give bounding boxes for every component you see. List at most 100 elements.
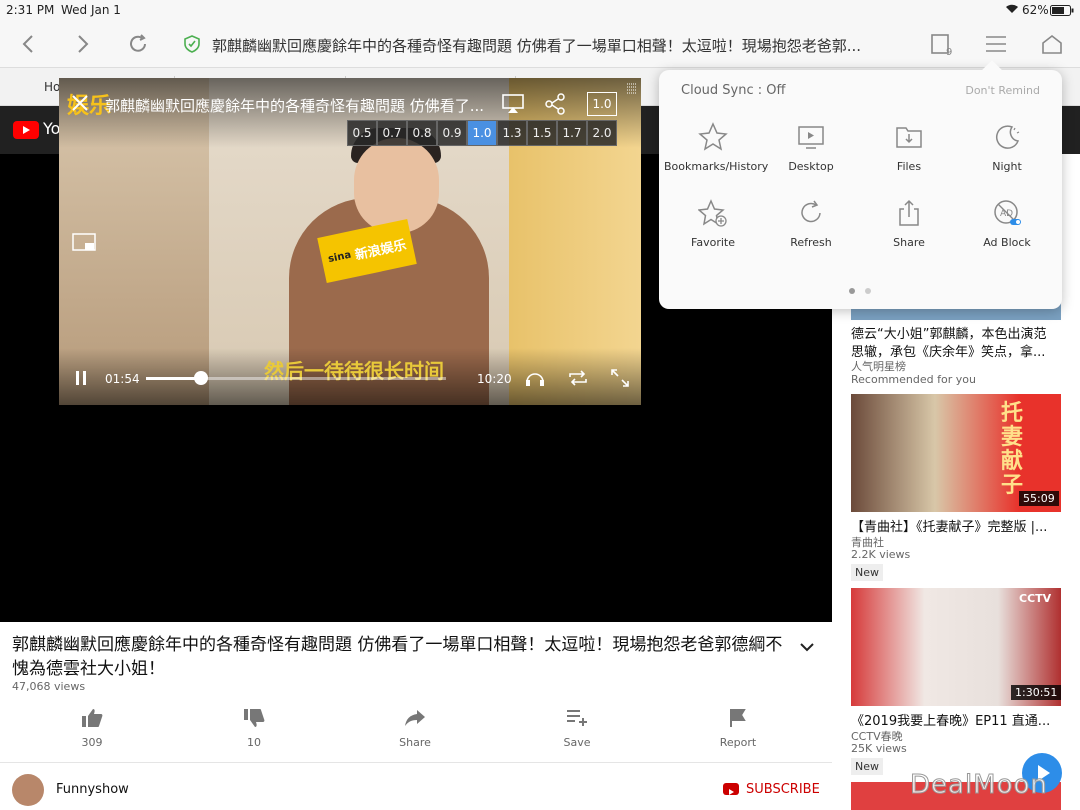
share-box-icon <box>899 199 919 226</box>
like-count: 309 <box>81 736 103 749</box>
player-title: 郭麒麟幽默回應慶餘年中的各種奇怪有趣問題 仿佛看了... <box>105 97 485 115</box>
moon-icon <box>995 125 1020 149</box>
total-time: 10:20 <box>477 372 512 386</box>
video-person-face <box>354 138 439 233</box>
menu-icon[interactable] <box>980 28 1012 60</box>
dislike-count: 10 <box>247 736 261 749</box>
report-button[interactable]: Report <box>698 708 778 749</box>
reload-icon[interactable] <box>122 28 154 60</box>
share-button[interactable]: Share <box>375 708 455 749</box>
speed-option-1-0[interactable]: 1.0 <box>467 120 497 146</box>
related-title[interactable]: 【青曲社】《托妻献子》完整版 |... <box>851 516 1061 535</box>
menu-item-label: Refresh <box>790 236 832 249</box>
related-channel: 人气明星榜 <box>851 360 906 373</box>
close-icon[interactable] <box>71 94 89 116</box>
related-title[interactable]: 德云“大小姐”郭麒麟，本色出演范 <box>851 323 1061 342</box>
speed-option-0-5[interactable]: 0.5 <box>347 120 377 146</box>
thumbnail-text: CCTV <box>1019 592 1052 605</box>
secure-shield-icon <box>176 28 208 60</box>
watermark: DealMoon <box>910 770 1048 801</box>
current-time: 01:54 <box>105 372 140 386</box>
menu-item-label: Share <box>893 236 925 249</box>
menu-item-label: Night <box>992 160 1022 173</box>
menu-item-label: Ad Block <box>983 236 1031 249</box>
sign-text: 新浪娱乐 <box>353 237 408 263</box>
menu-item-share[interactable]: Share <box>860 198 958 249</box>
dislike-button[interactable]: 10 <box>214 708 294 749</box>
sign-brand: sina <box>327 249 353 265</box>
speed-option-1-5[interactable]: 1.5 <box>527 120 557 146</box>
address-bar-title[interactable]: 郭麒麟幽默回應慶餘年中的各種奇怪有趣問題 仿佛看了一場單口相聲！太逗啦！現場抱怨… <box>212 35 912 56</box>
thumb-up-icon <box>82 709 103 727</box>
loop-icon[interactable] <box>567 369 589 391</box>
related-thumbnail[interactable]: CCTV 1:30:51 <box>851 588 1062 706</box>
subscribe-button[interactable]: SUBSCRIBE <box>746 782 820 797</box>
cloud-sync-status[interactable]: Cloud Sync : Off <box>681 83 785 98</box>
status-time: 2:31 PM <box>6 3 55 17</box>
channel-name[interactable]: Funnyshow <box>56 782 129 797</box>
dont-remind-button[interactable]: Don't Remind <box>965 84 1040 97</box>
battery-icon <box>1050 5 1074 19</box>
menu-item-night[interactable]: Night <box>958 122 1056 173</box>
view-count: 47,068 views <box>12 680 86 693</box>
menu-item-files[interactable]: Files <box>860 122 958 173</box>
star-icon <box>698 122 728 151</box>
airplay-icon[interactable] <box>502 94 524 118</box>
related-meta: 2.2K views <box>851 548 911 561</box>
desktop-icon <box>798 126 824 149</box>
menu-item-ad-block[interactable]: AD Ad Block <box>958 198 1056 249</box>
menu-item-label: Desktop <box>788 160 834 173</box>
refresh-icon <box>801 200 821 223</box>
browser-toolbar: 郭麒麟幽默回應慶餘年中的各種奇怪有趣問題 仿佛看了一場單口相聲！太逗啦！現場抱怨… <box>0 20 1080 68</box>
menu-item-bookmarks[interactable]: Bookmarks/History <box>664 122 768 173</box>
home-icon[interactable] <box>1036 28 1068 60</box>
report-label: Report <box>719 736 757 749</box>
menu-item-label: Files <box>896 160 922 173</box>
pause-icon[interactable] <box>74 370 88 390</box>
related-title[interactable]: 《2019我要上春晚》EP11 直通... <box>851 710 1061 729</box>
video-duration: 55:09 <box>1019 491 1059 506</box>
chevron-down-icon[interactable] <box>800 637 814 656</box>
speed-option-0-7[interactable]: 0.7 <box>377 120 407 146</box>
back-icon[interactable] <box>12 28 44 60</box>
related-thumbnail[interactable]: 托妻献子 55:09 <box>851 394 1061 512</box>
grip-icon[interactable] <box>626 80 638 99</box>
like-button[interactable]: 309 <box>52 708 132 749</box>
menu-item-desktop[interactable]: Desktop <box>762 122 860 173</box>
new-badge: New <box>851 564 883 581</box>
menu-item-refresh[interactable]: Refresh <box>762 198 860 249</box>
tab-count: 9 <box>946 47 952 56</box>
subscribe-icon <box>723 783 739 795</box>
channel-avatar[interactable] <box>12 774 44 806</box>
folder-icon <box>896 127 922 148</box>
speed-option-0-9[interactable]: 0.9 <box>437 120 467 146</box>
save-button[interactable]: Save <box>537 708 617 749</box>
share-nodes-icon[interactable] <box>544 93 566 119</box>
floating-video-player[interactable]: sina 新浪娱乐 娱乐 郭麒麟幽默回應慶餘年中的各種奇怪有趣問題 仿佛看了..… <box>59 78 641 405</box>
page-dot-active[interactable] <box>849 288 855 294</box>
progress-fill <box>146 377 202 380</box>
speed-option-2-0[interactable]: 2.0 <box>587 120 617 146</box>
tab-home[interactable]: Ho <box>44 80 60 94</box>
fullscreen-icon[interactable] <box>610 369 630 391</box>
menu-item-favorite[interactable]: Favorite <box>664 198 762 249</box>
forward-icon[interactable] <box>67 28 99 60</box>
video-duration: 1:30:51 <box>1011 685 1062 700</box>
speed-badge[interactable]: 1.0 <box>587 92 617 116</box>
thumbnail-text: 托妻献子 <box>1001 401 1024 498</box>
youtube-logo-icon[interactable] <box>13 121 39 139</box>
speed-option-1-3[interactable]: 1.3 <box>497 120 527 146</box>
star-plus-icon <box>698 199 727 227</box>
share-label: Share <box>399 736 431 749</box>
youtube-logo-text: Yo <box>43 119 61 138</box>
headphones-icon[interactable] <box>525 369 545 391</box>
video-title: 郭麒麟幽默回應慶餘年中的各種奇怪有趣問題 仿佛看了一場單口相聲！太逗啦！現場抱怨… <box>12 635 783 679</box>
page-dot[interactable] <box>865 288 871 294</box>
browser-menu-popover: Cloud Sync : Off Don't Remind Bookmarks/… <box>659 60 1062 309</box>
tabs-icon[interactable]: 9 <box>926 28 958 60</box>
battery-percent: 62% <box>1022 3 1049 17</box>
speed-option-0-8[interactable]: 0.8 <box>407 120 437 146</box>
wifi-icon <box>1005 3 1019 17</box>
speed-option-1-7[interactable]: 1.7 <box>557 120 587 146</box>
pip-icon[interactable] <box>72 233 96 257</box>
